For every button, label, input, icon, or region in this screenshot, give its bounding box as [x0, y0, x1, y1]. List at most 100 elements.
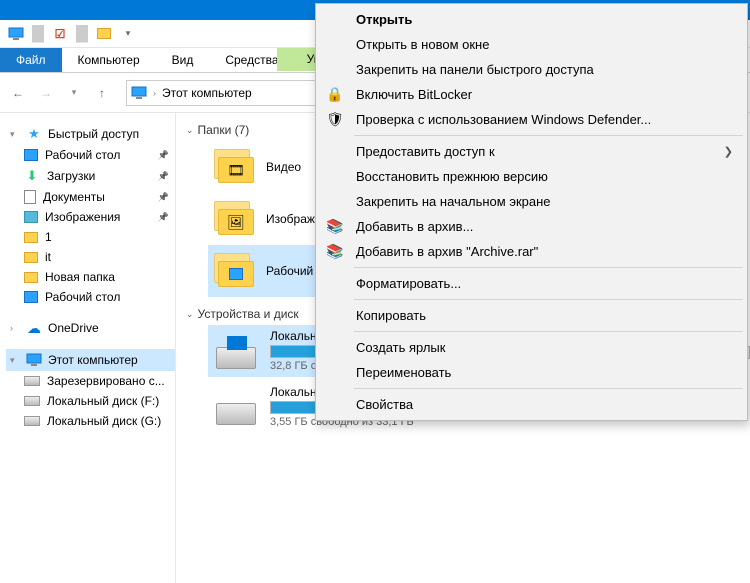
navpane-item-pictures[interactable]: Изображения: [6, 207, 175, 227]
folder-icon: [24, 252, 38, 263]
ctx-label: Закрепить на панели быстрого доступа: [356, 62, 594, 77]
section-label: Папки (7): [198, 123, 250, 137]
chevron-down-icon: ▾: [10, 129, 20, 140]
drive-icon: [24, 376, 40, 386]
ctx-share[interactable]: Предоставить доступ к ❯: [318, 139, 745, 164]
section-label: Устройства и диск: [198, 307, 299, 321]
ctx-label: Восстановить прежнюю версию: [356, 169, 548, 184]
properties-checkbox-icon[interactable]: ☑: [50, 24, 70, 44]
document-icon: [24, 190, 36, 204]
separator: [354, 299, 743, 300]
navigation-pane: ▾ ★ Быстрый доступ Рабочий стол ⬇Загрузк…: [0, 113, 175, 583]
navpane-item-label: it: [45, 250, 51, 264]
forward-button[interactable]: →: [34, 81, 58, 105]
tab-file[interactable]: Файл: [0, 48, 62, 72]
onedrive-group[interactable]: › ☁ OneDrive: [6, 317, 175, 339]
navpane-item-documents[interactable]: Документы: [6, 187, 175, 207]
ctx-properties[interactable]: Свойства: [318, 392, 745, 417]
folder-icon: [24, 272, 38, 283]
divider: [76, 25, 88, 43]
ctx-defender[interactable]: 🛡 Проверка с использованием Windows Defen…: [318, 107, 745, 132]
ctx-restore-version[interactable]: Восстановить прежнюю версию: [318, 164, 745, 189]
navpane-item-label: Новая папка: [45, 270, 115, 284]
star-icon: ★: [26, 126, 42, 142]
folder-icon: [212, 251, 256, 291]
navpane-item-label: Локальный диск (G:): [47, 414, 161, 428]
pc-icon: [6, 24, 26, 44]
pc-icon: [26, 352, 42, 368]
ctx-label: Добавить в архив "Archive.rar": [356, 244, 538, 259]
tab-computer[interactable]: Компьютер: [62, 48, 156, 72]
navpane-item-label: Изображения: [45, 210, 120, 224]
winrar-icon: 📚: [326, 243, 344, 261]
separator: [354, 331, 743, 332]
ctx-pin-quick-access[interactable]: Закрепить на панели быстрого доступа: [318, 57, 745, 82]
chevron-right-icon: ›: [10, 323, 20, 333]
ctx-label: Открыть: [356, 12, 412, 27]
ctx-label: Закрепить на начальном экране: [356, 194, 551, 209]
dropdown-caret-icon[interactable]: ▾: [118, 24, 138, 44]
desktop-icon: [24, 291, 38, 303]
ctx-label: Форматировать...: [356, 276, 461, 291]
ctx-copy[interactable]: Копировать: [318, 303, 745, 328]
ctx-label: Предоставить доступ к: [356, 144, 495, 159]
context-menu: Открыть Открыть в новом окне Закрепить н…: [315, 3, 748, 421]
ctx-label: Создать ярлык: [356, 340, 445, 355]
onedrive-icon: ☁: [26, 320, 42, 336]
ctx-pin-start[interactable]: Закрепить на начальном экране: [318, 189, 745, 214]
ctx-add-archive[interactable]: 📚Добавить в архив...: [318, 214, 745, 239]
navpane-item-label: Загрузки: [47, 169, 95, 183]
ctx-rename[interactable]: Переименовать: [318, 360, 745, 385]
ctx-label: Переименовать: [356, 365, 451, 380]
ctx-bitlocker[interactable]: 🔒Включить BitLocker: [318, 82, 745, 107]
ctx-label: Свойства: [356, 397, 413, 412]
navpane-item-disk-g[interactable]: Локальный диск (G:): [6, 411, 175, 431]
shield-icon: 🛡: [326, 111, 344, 129]
navpane-item-label: 1: [45, 230, 52, 244]
ctx-open[interactable]: Открыть: [318, 7, 745, 32]
navpane-item-reserved[interactable]: Зарезервировано с...: [6, 371, 175, 391]
navpane-item-folder[interactable]: 1: [6, 227, 175, 247]
navpane-item-label: Зарезервировано с...: [47, 374, 165, 388]
submenu-arrow-icon: ❯: [724, 145, 733, 158]
separator: [354, 388, 743, 389]
navpane-item-label: Рабочий стол: [45, 290, 120, 304]
navpane-item-desktop2[interactable]: Рабочий стол: [6, 287, 175, 307]
desktop-icon: [24, 149, 38, 161]
chevron-right-icon: ›: [153, 88, 156, 98]
ctx-format[interactable]: Форматировать...: [318, 271, 745, 296]
tab-view[interactable]: Вид: [156, 48, 210, 72]
ctx-create-shortcut[interactable]: Создать ярлык: [318, 335, 745, 360]
up-button[interactable]: ↑: [90, 81, 114, 105]
divider: [32, 25, 44, 43]
ctx-label: Проверка с использованием Windows Defend…: [356, 112, 651, 127]
this-pc-group[interactable]: ▾Этот компьютер: [6, 349, 175, 371]
navpane-item-label: Локальный диск (F:): [47, 394, 159, 408]
drive-icon: [212, 329, 260, 369]
address-bar-text: Этот компьютер: [162, 86, 252, 100]
recent-dropdown-icon[interactable]: ▾: [62, 81, 86, 105]
folder-label: Рабочий: [266, 264, 313, 278]
pc-icon: [131, 85, 147, 101]
navpane-item-disk-f[interactable]: Локальный диск (F:): [6, 391, 175, 411]
ctx-label: Копировать: [356, 308, 426, 323]
ctx-label: Добавить в архив...: [356, 219, 473, 234]
ctx-open-new-window[interactable]: Открыть в новом окне: [318, 32, 745, 57]
ctx-add-archive-named[interactable]: 📚 Добавить в архив "Archive.rar": [318, 239, 745, 264]
quick-access-group[interactable]: ▾ ★ Быстрый доступ: [6, 123, 175, 145]
folder-label: Изображ: [266, 212, 315, 226]
navpane-item-desktop[interactable]: Рабочий стол: [6, 145, 175, 165]
chevron-down-icon: ⌄: [186, 125, 194, 136]
navpane-item-downloads[interactable]: ⬇Загрузки: [6, 165, 175, 187]
chevron-down-icon: ⌄: [186, 309, 194, 320]
new-folder-icon[interactable]: [94, 24, 114, 44]
separator: [354, 267, 743, 268]
folder-label: Видео: [266, 160, 301, 174]
drive-icon: [24, 416, 40, 426]
bitlocker-icon: 🔒: [326, 86, 344, 104]
navpane-item-folder[interactable]: Новая папка: [6, 267, 175, 287]
navpane-item-folder[interactable]: it: [6, 247, 175, 267]
onedrive-label: OneDrive: [48, 321, 99, 335]
address-bar[interactable]: › Этот компьютер: [126, 80, 326, 106]
back-button[interactable]: ←: [6, 81, 30, 105]
